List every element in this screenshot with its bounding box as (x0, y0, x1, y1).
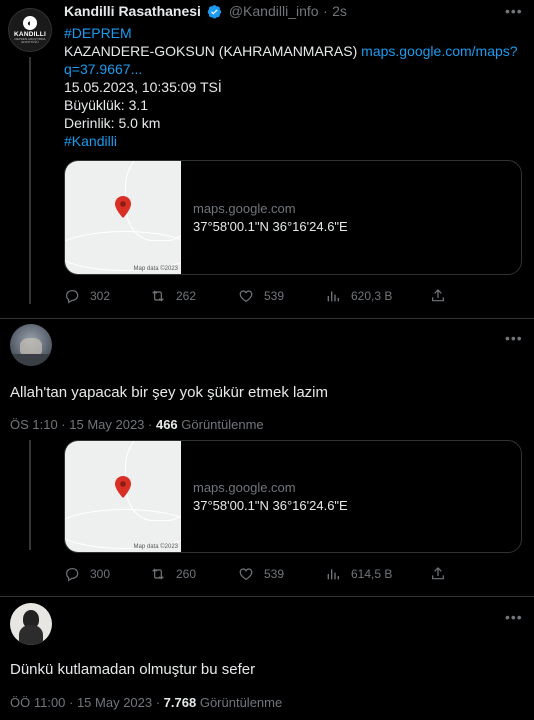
separator-dot: · (323, 3, 328, 19)
reply-icon (66, 568, 79, 582)
views-label: Görüntülenme (196, 695, 283, 710)
share-action[interactable] (430, 566, 456, 582)
views-count: 614,5 B (351, 567, 393, 581)
views-count: 466 (155, 417, 178, 432)
quake-datetime: 15.05.2023, 10:35:09 TSİ (64, 79, 222, 95)
reply-user-avatar[interactable] (10, 324, 52, 366)
reply-text: Dünkü kutlamadan olmuştur bu sefer (10, 661, 256, 678)
retweet-count: 260 (176, 567, 197, 581)
map-credit: Map data ©2023 (133, 266, 178, 272)
map-pin-icon (115, 196, 131, 218)
reply-timestamp[interactable]: ÖS 1:10 · 15 May 2023 · (10, 417, 156, 432)
author-name[interactable]: Kandilli Rasathanesi (64, 3, 201, 19)
views-count: 620,3 B (351, 289, 393, 303)
retweet-action[interactable]: 262 (150, 288, 196, 304)
views-count: 7.768 (163, 695, 197, 710)
tweet-body: #DEPREM KAZANDERE-GOKSUN (KAHRAMANMARAS)… (64, 24, 524, 150)
reply-text: Allah'tan yapacak bir şey yok şükür etme… (10, 384, 328, 401)
avatar-logo-subtext: DEPREM ARAŞTIRMA ENSTİTÜSÜ (14, 36, 46, 44)
divider (0, 596, 534, 597)
author-avatar[interactable]: ◐ KANDILLI DEPREM ARAŞTIRMA ENSTİTÜSÜ (8, 8, 52, 52)
map-thumbnail: Map data ©2023 (65, 161, 181, 274)
link-card[interactable]: Map data ©2023 maps.google.com 37°58'00.… (64, 160, 522, 275)
like-icon (239, 568, 253, 581)
retweet-icon (152, 568, 164, 580)
views-action[interactable]: 614,5 B (325, 566, 392, 582)
map-pin-icon (115, 476, 131, 498)
thread-line (29, 440, 31, 550)
divider (0, 318, 534, 319)
reply-meta: ÖS 1:10 · 15 May 2023 · 466 Görüntülenme (10, 417, 264, 432)
reply-action[interactable]: 302 (64, 288, 110, 304)
retweet-icon (152, 290, 164, 302)
map-link-part1[interactable]: maps.google.com/maps? (361, 43, 517, 59)
like-icon (239, 290, 253, 303)
more-icon[interactable]: ••• (505, 609, 523, 625)
reply-count: 302 (90, 289, 111, 303)
views-icon (327, 569, 339, 580)
tweet-header: Kandilli Rasathanesi @Kandilli_info · 2s (64, 3, 347, 21)
share-icon (432, 567, 444, 580)
reply-action[interactable]: 300 (64, 566, 110, 582)
reply-meta: ÖÖ 11:00 · 15 May 2023 · 7.768 Görüntüle… (10, 695, 282, 710)
card-title: 37°58'00.1"N 36°16'24.6"E (193, 497, 348, 513)
like-action[interactable]: 539 (238, 566, 284, 582)
like-count: 539 (264, 289, 285, 303)
thread-line (29, 57, 31, 304)
quake-depth: Derinlik: 5.0 km (64, 115, 161, 131)
share-action[interactable] (430, 288, 456, 304)
hashtag-kandilli[interactable]: #Kandilli (64, 132, 524, 150)
link-card[interactable]: Map data ©2023 maps.google.com 37°58'00.… (64, 440, 522, 553)
more-icon[interactable]: ••• (505, 330, 523, 346)
like-count: 539 (264, 567, 285, 581)
map-credit: Map data ©2023 (133, 544, 178, 550)
location-text: KAZANDERE-GOKSUN (KAHRAMANMARAS) (64, 43, 358, 59)
reply-user-avatar[interactable] (10, 603, 52, 645)
reply-icon (66, 290, 79, 304)
map-thumbnail: Map data ©2023 (65, 441, 181, 552)
card-domain: maps.google.com (193, 200, 296, 216)
kandilli-logo-icon: ◐ (23, 15, 37, 30)
author-handle[interactable]: @Kandilli_info (229, 3, 319, 19)
like-action[interactable]: 539 (238, 288, 284, 304)
verified-badge-icon (208, 5, 222, 19)
share-icon (432, 289, 444, 302)
more-icon[interactable]: ••• (505, 3, 523, 19)
map-link-part2[interactable]: q=37.9667... (64, 60, 524, 78)
reply-count: 300 (90, 567, 111, 581)
retweet-count: 262 (176, 289, 197, 303)
time-ago[interactable]: 2s (332, 3, 347, 19)
views-label: Görüntülenme (177, 417, 264, 432)
quake-magnitude: Büyüklük: 3.1 (64, 97, 149, 113)
views-icon (327, 291, 339, 302)
hashtag-deprem[interactable]: #DEPREM (64, 24, 524, 42)
retweet-action[interactable]: 260 (150, 566, 196, 582)
views-action[interactable]: 620,3 B (325, 288, 392, 304)
reply-timestamp[interactable]: ÖÖ 11:00 · 15 May 2023 · (10, 695, 164, 710)
card-title: 37°58'00.1"N 36°16'24.6"E (193, 218, 348, 234)
card-domain: maps.google.com (193, 479, 296, 495)
